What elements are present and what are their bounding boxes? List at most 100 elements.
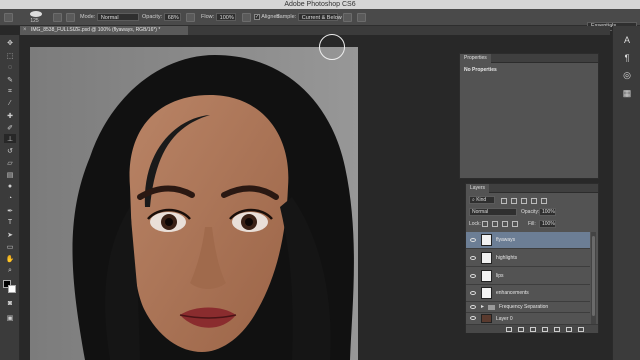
zoom-tool-icon[interactable]: ⌕ <box>4 266 16 275</box>
lasso-tool-icon[interactable]: ◌ <box>4 63 16 72</box>
pressure-size-icon[interactable] <box>357 13 366 22</box>
layers-scroll-thumb[interactable] <box>592 236 595 316</box>
new-group-icon[interactable] <box>554 327 560 332</box>
layer-style-icon[interactable] <box>518 327 524 332</box>
eyedropper-tool-icon[interactable]: ⁄ <box>4 99 16 108</box>
link-layers-icon[interactable] <box>506 327 512 332</box>
marquee-tool-icon[interactable]: ⬚ <box>4 51 16 60</box>
flow-input[interactable]: 100% <box>215 13 236 21</box>
filter-smart-object-icon[interactable] <box>541 198 547 204</box>
type-character-panel-icon[interactable]: A <box>619 32 635 47</box>
properties-tab[interactable]: Properties <box>460 54 491 63</box>
paragraph-panel-icon[interactable]: ¶ <box>619 50 635 65</box>
layers-panel-footer <box>466 324 598 333</box>
history-panel-icon[interactable]: ◎ <box>619 68 635 83</box>
visibility-eye-icon[interactable] <box>470 316 476 320</box>
visibility-eye-icon[interactable] <box>470 274 476 278</box>
ignore-adjustment-layers-icon[interactable] <box>343 13 352 22</box>
path-selection-tool-icon[interactable]: ➤ <box>4 230 16 239</box>
fill-label: Fill: <box>528 221 536 227</box>
fill-input[interactable]: 100% <box>539 220 556 228</box>
layer-row[interactable]: highlights <box>466 250 590 267</box>
new-layer-icon[interactable] <box>566 327 572 332</box>
layer-row[interactable]: lips <box>466 268 590 285</box>
visibility-eye-icon[interactable] <box>470 256 476 260</box>
filter-shape-icon[interactable] <box>531 198 537 204</box>
folder-icon <box>488 305 495 310</box>
visibility-eye-icon[interactable] <box>470 305 476 309</box>
history-brush-tool-icon[interactable]: ↺ <box>4 146 16 155</box>
opacity-label: Opacity: <box>142 14 163 20</box>
type-tool-icon[interactable]: T <box>4 218 16 227</box>
visibility-eye-icon[interactable] <box>470 238 476 242</box>
mode-select[interactable]: Normal <box>96 13 139 21</box>
brush-cursor <box>319 34 345 60</box>
opacity-control: Opacity: 68% <box>142 13 181 22</box>
pressure-opacity-icon[interactable] <box>186 13 195 22</box>
aligned-checkbox[interactable]: ✓ <box>254 13 260 20</box>
actions-panel-icon[interactable]: ▦ <box>619 86 635 101</box>
layers-opacity-input[interactable]: 100% <box>539 208 556 216</box>
right-panel-dock: A ¶ ◎ ▦ <box>612 26 640 360</box>
screen-mode-icon[interactable]: ▣ <box>4 313 16 322</box>
lock-position-icon[interactable] <box>502 221 508 227</box>
properties-message: No Properties <box>464 67 497 73</box>
filter-search-icon: ⌕ <box>472 197 475 203</box>
lock-all-icon[interactable] <box>512 221 518 227</box>
toggle-brush-panel-icon[interactable] <box>53 13 62 22</box>
eraser-tool-icon[interactable]: ▱ <box>4 158 16 167</box>
delete-layer-icon[interactable] <box>578 327 584 332</box>
brush-size: 125 <box>30 18 39 24</box>
document-tab[interactable]: × IMG_8538_FULLSIZE.psd @ 100% (flyaways… <box>20 26 188 35</box>
blur-tool-icon[interactable]: ● <box>4 182 16 191</box>
filter-type-icon[interactable] <box>521 198 527 204</box>
layer-row[interactable]: flyaways <box>466 232 590 249</box>
healing-brush-tool-icon[interactable]: ✚ <box>4 111 16 120</box>
filter-adjustment-icon[interactable] <box>511 198 517 204</box>
visibility-eye-icon[interactable] <box>470 291 476 295</box>
blend-mode-select[interactable]: Normal <box>469 208 517 216</box>
move-tool-icon[interactable]: ✥ <box>4 38 16 47</box>
layers-panel-header: Layers <box>466 184 598 193</box>
crop-tool-icon[interactable]: ⌗ <box>4 87 16 96</box>
brush-tool-icon[interactable]: ✐ <box>4 123 16 132</box>
portrait-image <box>30 47 358 360</box>
rectangle-tool-icon[interactable]: ▭ <box>4 242 16 251</box>
clone-stamp-tool-preset-icon[interactable] <box>4 13 13 22</box>
layer-group-row[interactable]: ▸ Frequency Separation <box>466 302 590 313</box>
options-bar: 125 Mode: Normal Opacity: 68% Flow: 100%… <box>0 9 640 31</box>
expand-group-icon[interactable]: ▸ <box>481 303 484 310</box>
flow-control: Flow: 100% <box>201 13 236 22</box>
clone-stamp-tool-icon[interactable]: ⊥ <box>4 134 16 143</box>
dodge-tool-icon[interactable]: ◔ <box>4 194 16 203</box>
layer-filter-kind-label: Kind <box>476 197 487 203</box>
close-tab-icon[interactable]: × <box>23 26 27 35</box>
document-canvas[interactable] <box>30 47 358 360</box>
lock-transparent-icon[interactable] <box>482 221 488 227</box>
new-adjustment-layer-icon[interactable] <box>542 327 548 332</box>
quick-selection-tool-icon[interactable]: ✎ <box>4 75 16 84</box>
toggle-clone-source-panel-icon[interactable] <box>66 13 75 22</box>
sample-select[interactable]: Current & Below <box>297 13 342 21</box>
layer-thumbnail <box>481 234 492 246</box>
pen-tool-icon[interactable]: ✒ <box>4 206 16 215</box>
background-color-swatch[interactable] <box>8 285 16 293</box>
layers-tab[interactable]: Layers <box>466 184 490 193</box>
layer-thumbnail <box>481 287 492 299</box>
hand-tool-icon[interactable]: ✋ <box>4 254 16 263</box>
layer-filter-kind[interactable]: ⌕ Kind <box>469 196 495 204</box>
filter-pixel-icon[interactable] <box>501 198 507 204</box>
layer-row[interactable]: Layer 0 <box>466 314 590 324</box>
document-tab-bar: × IMG_8538_FULLSIZE.psd @ 100% (flyaways… <box>20 26 610 35</box>
quick-mask-icon[interactable]: ◙ <box>4 299 16 308</box>
add-mask-icon[interactable] <box>530 327 536 332</box>
layers-scrollbar[interactable] <box>591 232 596 324</box>
layer-row[interactable]: enhancements <box>466 285 590 302</box>
lock-image-icon[interactable] <box>492 221 498 227</box>
brush-preset-picker[interactable]: 125 <box>27 11 42 24</box>
flow-label: Flow: <box>201 14 215 20</box>
lock-label: Lock: <box>469 221 481 227</box>
airbrush-icon[interactable] <box>242 13 251 22</box>
opacity-input[interactable]: 68% <box>163 13 181 21</box>
gradient-tool-icon[interactable]: ▤ <box>4 170 16 179</box>
